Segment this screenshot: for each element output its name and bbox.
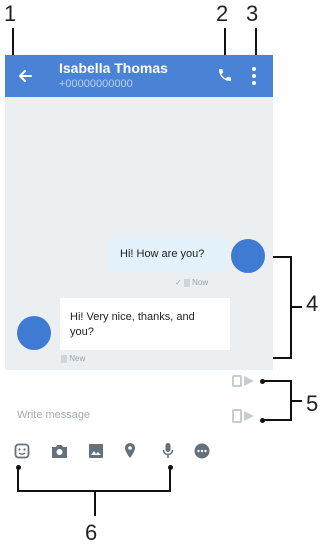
sender-avatar [231,239,265,273]
compose-message-field[interactable]: Write message [17,409,90,421]
outgoing-message-bubble[interactable]: Hi! How are you? [108,237,228,271]
callout-4-line-mid [290,306,302,308]
callout-1-line [12,28,14,58]
send-sms-icon[interactable] [232,374,258,388]
sent-check-icon: ✓ [175,278,182,287]
callout-5-line-bottom [263,419,291,421]
callout-6-line-right [169,467,171,491]
callout-3-line [255,28,257,58]
callout-6-line-mid [94,490,96,516]
incoming-message-status: New [61,354,85,363]
callout-2-line [224,28,226,58]
outgoing-message-text: Hi! How are you? [120,248,205,260]
sms-tag-icon [61,354,67,363]
callout-5-line-mid [290,400,302,402]
callout-6-line-left [17,467,19,491]
back-arrow-icon[interactable] [17,68,33,84]
incoming-message-text: Hi! Very nice, thanks, and you? [70,311,195,338]
outgoing-message-status: ✓ Now [175,278,209,287]
microphone-icon[interactable] [162,442,174,459]
callout-1: 1 [4,1,17,26]
contact-name: Isabella Thomas [59,60,168,76]
callout-2: 2 [216,1,229,26]
incoming-message-bubble[interactable]: Hi! Very nice, thanks, and you? [60,298,230,350]
contact-avatar [17,316,51,350]
callout-3: 3 [246,1,259,26]
camera-icon[interactable] [51,443,68,459]
callout-6: 6 [85,520,98,545]
callout-4: 4 [306,291,319,316]
sms-tag-icon [183,278,190,287]
image-icon[interactable] [88,443,104,459]
more-options-icon[interactable] [251,66,257,86]
more-icon[interactable] [194,443,210,459]
contact-number: +00000000000 [59,78,133,90]
conversation-app-bar: Isabella Thomas +00000000000 [5,55,273,97]
callout-5-line-top [263,380,291,382]
callout-5: 5 [306,391,319,416]
sticker-icon[interactable] [14,443,30,459]
send-mms-icon[interactable] [232,409,258,423]
phone-call-icon[interactable] [217,67,233,83]
location-icon[interactable] [124,442,136,459]
message-thread[interactable]: Hi! How are you? ✓ Now Hi! Very nice, th… [5,97,273,370]
